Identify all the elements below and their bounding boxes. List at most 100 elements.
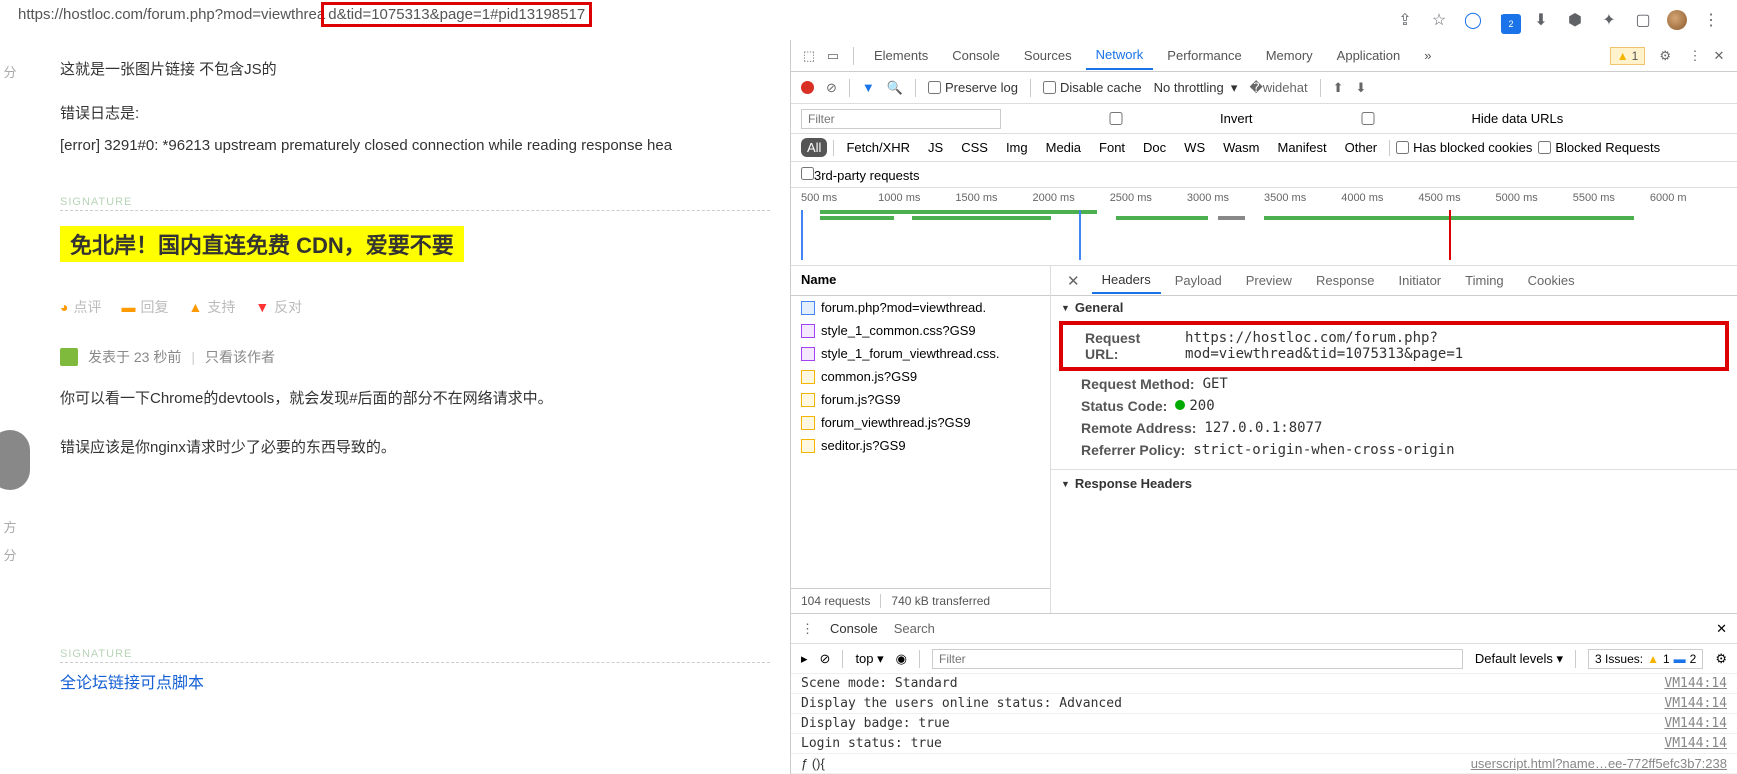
dtab-payload[interactable]: Payload	[1165, 268, 1232, 293]
blocked-cookies-checkbox[interactable]: Has blocked cookies	[1396, 140, 1532, 155]
url-bar[interactable]: https://hostloc.com/forum.php?mod=viewth…	[8, 6, 1387, 34]
type-js[interactable]: JS	[922, 138, 949, 157]
record-button[interactable]	[801, 81, 814, 94]
user-icon[interactable]	[60, 348, 78, 366]
type-other[interactable]: Other	[1339, 138, 1384, 157]
author-only-link[interactable]: 只看该作者	[205, 347, 275, 367]
tab-memory[interactable]: Memory	[1256, 42, 1323, 69]
drawer-tab-console[interactable]: Console	[830, 621, 878, 636]
upload-icon[interactable]: ⬆	[1333, 80, 1344, 96]
tab-more-icon[interactable]: »	[1414, 42, 1441, 69]
download-icon[interactable]: ⬇	[1356, 80, 1367, 96]
dtab-preview[interactable]: Preview	[1236, 268, 1302, 293]
request-list-header[interactable]: Name	[791, 266, 1050, 296]
general-section-header[interactable]: General	[1051, 296, 1737, 319]
third-party-checkbox[interactable]: 3rd-party requests	[801, 167, 920, 183]
log-levels-select[interactable]: Default levels ▾	[1475, 651, 1563, 667]
extension-shield-icon[interactable]: ⬢	[1565, 10, 1585, 30]
request-row[interactable]: style_1_forum_viewthread.css.	[791, 342, 1050, 365]
live-expression-icon[interactable]: ◉	[896, 651, 907, 667]
request-row[interactable]: seditor.js?GS9	[791, 434, 1050, 457]
url-highlight-annotation: d&tid=1075313&page=1#pid13198517	[321, 2, 592, 27]
request-row[interactable]: forum_viewthread.js?GS9	[791, 411, 1050, 434]
extension-tab-icon[interactable]: ▣2	[1497, 10, 1517, 30]
request-row[interactable]: forum.js?GS9	[791, 388, 1050, 411]
request-row[interactable]: common.js?GS9	[791, 365, 1050, 388]
action-comment[interactable]: ◕点评	[60, 297, 101, 317]
context-select[interactable]: top ▾	[855, 651, 883, 667]
tab-network[interactable]: Network	[1086, 41, 1154, 70]
type-css[interactable]: CSS	[955, 138, 994, 157]
device-toggle-icon[interactable]: ▭	[823, 48, 843, 64]
console-source-link[interactable]: VM144:14	[1664, 696, 1727, 711]
tab-elements[interactable]: Elements	[864, 42, 938, 69]
user-avatar[interactable]	[0, 430, 30, 490]
close-icon[interactable]: ✕	[1709, 48, 1729, 64]
download-icon[interactable]: ⬇	[1531, 10, 1551, 30]
console-filter-input[interactable]	[932, 649, 1463, 669]
close-details-icon[interactable]: ✕	[1059, 272, 1088, 290]
clear-icon[interactable]: ⊘	[826, 80, 837, 96]
devtools-main-toolbar: ⬚ ▭ Elements Console Sources Network Per…	[791, 40, 1737, 72]
preserve-log-checkbox[interactable]: Preserve log	[928, 80, 1018, 95]
drawer-menu-icon[interactable]: ⋮	[801, 621, 814, 637]
drawer-tab-search[interactable]: Search	[894, 621, 935, 636]
settings-gear-icon[interactable]: ⚙	[1659, 48, 1671, 64]
issues-summary[interactable]: 3 Issues: ▲1 ▬2	[1588, 649, 1703, 669]
type-ws[interactable]: WS	[1178, 138, 1211, 157]
bookmark-star-icon[interactable]: ☆	[1429, 10, 1449, 30]
invert-checkbox[interactable]: Invert	[1016, 111, 1253, 126]
share-icon[interactable]: ⇪	[1395, 10, 1415, 30]
type-manifest[interactable]: Manifest	[1271, 138, 1332, 157]
dtab-timing[interactable]: Timing	[1455, 268, 1514, 293]
type-media[interactable]: Media	[1040, 138, 1087, 157]
type-img[interactable]: Img	[1000, 138, 1034, 157]
console-settings-gear-icon[interactable]: ⚙	[1715, 651, 1727, 667]
dtab-cookies[interactable]: Cookies	[1518, 268, 1585, 293]
extensions-puzzle-icon[interactable]: ✦	[1599, 10, 1619, 30]
inspect-icon[interactable]: ⬚	[799, 48, 819, 64]
action-reply[interactable]: ▬回复	[121, 297, 168, 317]
action-support[interactable]: ▲支持	[188, 297, 235, 317]
disable-cache-checkbox[interactable]: Disable cache	[1043, 80, 1142, 95]
profile-avatar[interactable]	[1667, 10, 1687, 30]
console-source-link[interactable]: VM144:14	[1664, 736, 1727, 751]
tab-performance[interactable]: Performance	[1157, 42, 1251, 69]
clear-console-icon[interactable]: ⊘	[820, 651, 831, 667]
dtab-initiator[interactable]: Initiator	[1389, 268, 1452, 293]
window-icon[interactable]: ▢	[1633, 10, 1653, 30]
tab-sources[interactable]: Sources	[1014, 42, 1082, 69]
dtab-response[interactable]: Response	[1306, 268, 1385, 293]
type-all[interactable]: All	[801, 138, 827, 157]
request-row[interactable]: forum.php?mod=viewthread.	[791, 296, 1050, 319]
close-drawer-icon[interactable]: ✕	[1716, 621, 1727, 637]
filter-icon[interactable]: ▼	[862, 80, 875, 95]
search-icon[interactable]: 🔍	[887, 80, 903, 96]
extension-circle-icon[interactable]: ◯	[1463, 10, 1483, 30]
console-source-link[interactable]: VM144:14	[1664, 676, 1727, 691]
type-wasm[interactable]: Wasm	[1217, 138, 1265, 157]
request-row[interactable]: style_1_common.css?GS9	[791, 319, 1050, 342]
filter-input[interactable]	[801, 109, 1001, 129]
action-oppose[interactable]: ▼反对	[255, 297, 302, 317]
network-timeline[interactable]: 500 ms1000 ms1500 ms2000 ms2500 ms3000 m…	[791, 188, 1737, 266]
console-sidebar-icon[interactable]: ▸	[801, 651, 808, 667]
tab-application[interactable]: Application	[1327, 42, 1411, 69]
blocked-requests-checkbox[interactable]: Blocked Requests	[1538, 140, 1660, 155]
console-source-link[interactable]: userscript.html?name…ee-772ff5efc3b7:238	[1471, 756, 1727, 771]
menu-kebab-icon[interactable]: ⋮	[1685, 48, 1705, 64]
wifi-icon[interactable]: �widehat	[1249, 80, 1307, 96]
type-font[interactable]: Font	[1093, 138, 1131, 157]
console-source-link[interactable]: VM144:14	[1664, 716, 1727, 731]
menu-kebab-icon[interactable]: ⋮	[1701, 10, 1721, 30]
issues-badge[interactable]: ▲1	[1610, 47, 1646, 65]
tab-console[interactable]: Console	[942, 42, 1010, 69]
signature-link[interactable]: 全论坛链接可点脚本	[60, 675, 204, 692]
type-doc[interactable]: Doc	[1137, 138, 1172, 157]
dtab-headers[interactable]: Headers	[1092, 267, 1161, 294]
throttling-select[interactable]: No throttling ▾	[1154, 80, 1238, 96]
type-fetch[interactable]: Fetch/XHR	[840, 138, 916, 157]
response-headers-section[interactable]: Response Headers	[1051, 469, 1737, 495]
hide-data-urls-checkbox[interactable]: Hide data URLs	[1268, 111, 1564, 126]
signature-banner[interactable]: 免北岸！国内直连免费 CDN，爱要不要	[60, 226, 464, 262]
